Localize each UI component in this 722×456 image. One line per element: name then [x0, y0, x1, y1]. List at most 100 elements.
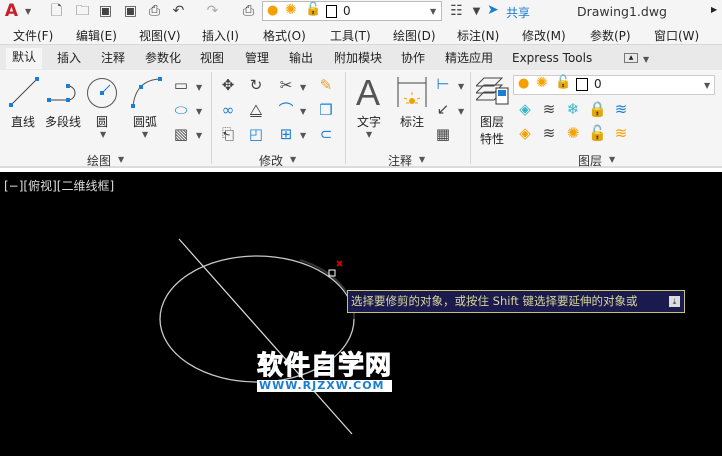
line-object [178, 238, 353, 435]
mirror-icon[interactable]: ⧋ [247, 101, 265, 119]
highlighted-ellipse-segment [299, 259, 356, 320]
offset-icon[interactable]: ⊂ [317, 125, 335, 143]
menu-parametric[interactable]: 参数(P) [590, 27, 631, 44]
text-button[interactable]: 文字 [357, 113, 381, 130]
chevron-right-icon[interactable]: ▶ [711, 5, 717, 14]
menu-view[interactable]: 视图(V) [139, 27, 181, 44]
layers-panel-label[interactable]: 图层 [578, 152, 602, 169]
circle-icon[interactable] [86, 77, 118, 109]
workspace-icon[interactable]: ☷ [448, 3, 465, 20]
drawing-canvas[interactable]: [−][俯视][二维线框] [0, 172, 722, 456]
tab-insert[interactable]: 插入 [51, 49, 87, 70]
layer-unlock-icon[interactable]: 🔓 [588, 124, 607, 142]
customize-qat-icon[interactable]: ▼ [468, 3, 485, 20]
layer-freeze-icon[interactable]: ❄ [564, 100, 582, 118]
menu-file[interactable]: 文件(F) [13, 27, 53, 44]
menu-tools[interactable]: 工具(T) [330, 27, 371, 44]
layer-unisolate-icon[interactable]: ≋ [540, 124, 558, 142]
watermark: 软件自学网 WWW.RJZXW.COM [256, 352, 393, 392]
text-icon[interactable]: A [356, 72, 380, 114]
line-icon[interactable] [8, 76, 40, 108]
tab-output[interactable]: 输出 [283, 49, 319, 70]
save-as-icon[interactable]: ▣ [122, 3, 139, 20]
menu-format[interactable]: 格式(O) [263, 27, 306, 44]
tab-view[interactable]: 视图 [194, 49, 230, 70]
undo-icon[interactable]: ↶ [170, 3, 187, 20]
lightbulb-icon: ● [267, 3, 279, 18]
menu-edit[interactable]: 编辑(E) [76, 27, 117, 44]
menu-draw[interactable]: 绘图(D) [393, 27, 436, 44]
move-icon[interactable]: ✥ [219, 76, 237, 94]
line-button[interactable]: 直线 [11, 113, 35, 130]
layer-off-icon[interactable]: ◈ [516, 100, 534, 118]
ribbon-minimize-button[interactable]: ▲ [624, 53, 638, 63]
array-3d-icon[interactable]: ❒ [317, 101, 335, 119]
rectangle-icon[interactable]: ▭ [172, 76, 190, 94]
polyline-icon[interactable] [46, 82, 80, 104]
layer-isolate-icon[interactable]: ≋ [540, 100, 558, 118]
layer-thaw-icon[interactable]: ✺ [564, 124, 582, 142]
polyline-button[interactable]: 多段线 [45, 113, 81, 130]
linear-dimension-icon[interactable]: ⊢ [434, 75, 452, 93]
tab-default[interactable]: 默认 [6, 48, 43, 69]
redo-icon[interactable]: ↷ [204, 3, 221, 20]
window-title: Drawing1.dwg [577, 4, 667, 19]
layer-dropdown[interactable]: ● ✺ 🔓 0 ▼ [262, 1, 442, 21]
dimension-icon[interactable] [396, 76, 428, 108]
trim-icon[interactable]: ✂ [277, 76, 295, 94]
table-icon[interactable]: ▦ [434, 125, 452, 143]
erase-icon[interactable]: ✎ [317, 76, 335, 94]
print-icon[interactable]: ⎙ [146, 3, 163, 20]
chevron-down-icon[interactable]: ▼ [643, 55, 649, 64]
tab-annotate[interactable]: 注释 [95, 49, 131, 70]
annotation-panel-label[interactable]: 注释 [388, 152, 412, 169]
menu-modify[interactable]: 修改(M) [522, 27, 566, 44]
layer-match-icon[interactable]: ≋ [612, 124, 630, 142]
fillet-icon[interactable]: ⌒ [277, 101, 295, 119]
scale-icon[interactable]: ◰ [247, 125, 265, 143]
tab-collaborate[interactable]: 协作 [395, 49, 431, 70]
layer-properties-label[interactable]: 特性 [480, 130, 504, 147]
tab-parametric[interactable]: 参数化 [139, 49, 187, 70]
menu-insert[interactable]: 插入(I) [202, 27, 239, 44]
app-menu-button[interactable]: A [3, 3, 20, 20]
arc-icon[interactable] [130, 76, 164, 108]
share-button[interactable]: 共享 [506, 4, 530, 21]
plot-icon[interactable]: ⎙ [240, 3, 257, 20]
tab-manage[interactable]: 管理 [239, 49, 275, 70]
chevron-down-icon[interactable]: ▼ [25, 7, 31, 16]
tab-express-tools[interactable]: Express Tools [506, 49, 598, 70]
layer-on-icon[interactable]: ◈ [516, 124, 534, 142]
modify-panel-label[interactable]: 修改 [259, 152, 283, 169]
arc-button[interactable]: 圆弧 [133, 113, 157, 130]
menu-dimension[interactable]: 标注(N) [457, 27, 499, 44]
sun-icon: ✺ [536, 75, 548, 91]
rotate-icon[interactable]: ↻ [247, 76, 265, 94]
share-icon: ➤ [487, 2, 499, 18]
layer-properties-icon[interactable] [476, 76, 510, 106]
tab-featured-apps[interactable]: 精选应用 [439, 49, 499, 70]
open-folder-icon[interactable]: 🗀 [74, 3, 91, 20]
tab-addons[interactable]: 附加模块 [328, 49, 388, 70]
hatch-icon[interactable]: ▧ [172, 125, 190, 143]
make-current-icon[interactable]: ≋ [612, 100, 630, 118]
new-file-icon[interactable]: 🗋 [48, 3, 65, 20]
ellipse-icon[interactable]: ⬭ [172, 101, 190, 119]
dimension-button[interactable]: 标注 [400, 113, 424, 130]
download-icon[interactable]: ⤓ [669, 296, 680, 307]
layer-properties-button[interactable]: 图层 [480, 113, 504, 130]
chevron-down-icon[interactable]: ▼ [100, 130, 106, 139]
menu-bar: 文件(F) 编辑(E) 视图(V) 插入(I) 格式(O) 工具(T) 绘图(D… [0, 23, 722, 45]
circle-button[interactable]: 圆 [96, 113, 108, 130]
array-icon[interactable]: ⊞ [277, 125, 295, 143]
layer-lock-icon[interactable]: 🔒 [588, 100, 607, 118]
copy-icon[interactable]: ∞ [219, 101, 237, 119]
menu-window[interactable]: 窗口(W) [654, 27, 699, 44]
stretch-icon[interactable]: ⎗ [219, 125, 237, 143]
leader-icon[interactable]: ↙ [434, 100, 452, 118]
layer-combo[interactable]: ● ✺ 🔓 0 ▼ [513, 75, 715, 95]
save-icon[interactable]: ▣ [97, 3, 114, 20]
draw-panel-label[interactable]: 绘图 [87, 152, 111, 169]
chevron-down-icon: ▼ [430, 7, 437, 16]
chevron-down-icon[interactable]: ▼ [142, 130, 148, 139]
